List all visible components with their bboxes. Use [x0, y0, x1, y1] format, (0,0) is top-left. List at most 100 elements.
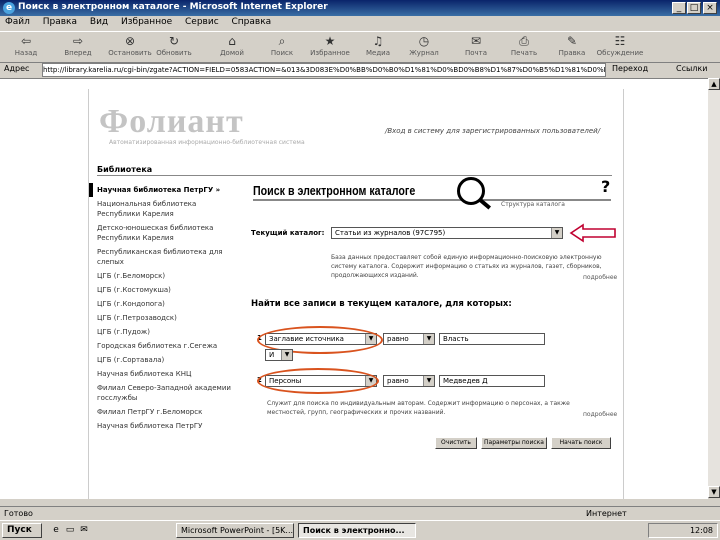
help-icon[interactable]: ?: [601, 177, 610, 196]
page-title: Поиск в электронном каталоге: [253, 183, 416, 198]
library-item[interactable]: ЦГБ (г.Пудож): [89, 325, 239, 339]
library-item[interactable]: ЦГБ (г.Костомукша): [89, 283, 239, 297]
chevron-down-icon: ▼: [551, 228, 562, 238]
library-list: Научная библиотека ПетрГУ » Национальная…: [89, 183, 239, 433]
more-link[interactable]: подробнее: [583, 274, 617, 281]
stop-label: Остановить: [108, 49, 152, 57]
maximize-button[interactable]: □: [687, 2, 701, 14]
media-label: Медиа: [365, 49, 391, 57]
favorites-icon: ★: [324, 34, 336, 48]
highlight-oval-2: [257, 368, 379, 394]
mail-button[interactable]: ✉ Почта: [452, 34, 500, 57]
history-button[interactable]: ◷ Журнал: [400, 34, 448, 57]
relation-select-2[interactable]: равно ▼: [383, 375, 435, 387]
relation-select-2-value: равно: [387, 377, 409, 385]
status-text: Готово: [4, 509, 33, 518]
window-title: Поиск в электронном каталоге - Microsoft…: [18, 2, 328, 12]
chevron-down-icon: ▼: [423, 376, 434, 386]
media-button[interactable]: ♫ Медиа: [354, 34, 402, 57]
chevron-down-icon: ▼: [423, 334, 434, 344]
go-button[interactable]: Переход: [612, 64, 648, 73]
relation-select-1-value: равно: [387, 335, 409, 343]
library-item[interactable]: Детско-юношеская библиотека Республики К…: [89, 221, 239, 245]
task-powerpoint[interactable]: Microsoft PowerPoint - [5K...: [176, 523, 294, 538]
relation-select-1[interactable]: равно ▼: [383, 333, 435, 345]
refresh-button[interactable]: ↻ Обновить: [150, 34, 198, 57]
login-link[interactable]: /Вход в систему для зарегистрированных п…: [385, 127, 600, 135]
toolbar: ⇦ Назад ⇨ Вперед ⊗ Остановить ↻ Обновить ⌂ До…: [0, 31, 720, 63]
quicklaunch-outlook-icon[interactable]: ✉: [78, 525, 90, 536]
home-button[interactable]: ⌂ Домой: [208, 34, 256, 57]
edit-label: Правка: [558, 49, 586, 57]
menu-view[interactable]: Вид: [85, 16, 113, 28]
quicklaunch-ie-icon[interactable]: e: [50, 525, 62, 536]
boolean-select-value: И: [269, 351, 275, 359]
home-label: Домой: [220, 49, 244, 57]
search-button[interactable]: ⌕ Поиск: [258, 34, 306, 57]
minimize-button[interactable]: _: [672, 2, 686, 14]
search-params-button[interactable]: Параметры поиска: [481, 437, 547, 449]
library-item[interactable]: Городская библиотека г.Сегежа: [89, 339, 239, 353]
mail-icon: ✉: [470, 34, 482, 48]
scroll-up-icon[interactable]: ▲: [708, 78, 720, 90]
system-tray: 12:08: [648, 523, 718, 538]
print-button[interactable]: ⎙ Печать: [500, 34, 548, 57]
field-description: Служит для поиска по индивидуальным авто…: [267, 400, 570, 416]
back-button[interactable]: ⇦ Назад: [2, 34, 50, 57]
library-item[interactable]: Научная библиотека КНЦ: [89, 367, 239, 381]
library-item-petrgu[interactable]: Научная библиотека ПетрГУ »: [89, 183, 239, 197]
current-catalog-label: Текущий каталог:: [251, 229, 325, 237]
library-item[interactable]: Филиал ПетрГУ г.Беломорск: [89, 405, 239, 419]
forward-arrow-icon: ⇨: [72, 34, 84, 48]
links-button[interactable]: Ссылки: [676, 64, 707, 73]
library-item[interactable]: Филиал Северо-Западной академии госслужб…: [89, 381, 239, 405]
library-item[interactable]: ЦГБ (г.Беломорск): [89, 269, 239, 283]
value-input-1[interactable]: Власть: [439, 333, 545, 345]
catalog-page: Фолиант Автоматизированная информационно…: [88, 89, 624, 499]
title-bar: e Поиск в электронном каталоге - Microso…: [0, 0, 720, 16]
red-arrow-annotation: [569, 223, 616, 243]
page-content: Фолиант Автоматизированная информационно…: [0, 78, 708, 499]
menu-help[interactable]: Справка: [227, 16, 277, 28]
library-item[interactable]: Республиканская библиотека для слепых: [89, 245, 239, 269]
more-link-2[interactable]: подробнее: [583, 411, 617, 418]
library-item[interactable]: ЦГБ (г.Сортавала): [89, 353, 239, 367]
task-ie-search[interactable]: Поиск в электронно...: [298, 523, 416, 538]
menu-edit[interactable]: Правка: [38, 16, 82, 28]
library-item[interactable]: ЦГБ (г.Кондопога): [89, 297, 239, 311]
catalog-select[interactable]: Статьи из журналов (97С795) ▼: [331, 227, 563, 239]
menu-tools[interactable]: Сервис: [180, 16, 224, 28]
edit-icon: ✎: [566, 34, 578, 48]
discuss-label: Обсуждение: [596, 49, 644, 57]
catalog-structure-link[interactable]: Структура каталога: [501, 201, 565, 208]
discuss-icon: ☷: [614, 34, 626, 48]
stop-button[interactable]: ⊗ Остановить: [106, 34, 154, 57]
start-button[interactable]: Пуск: [2, 523, 42, 538]
forward-label: Вперед: [64, 49, 92, 57]
start-search-button[interactable]: Начать поиск: [551, 437, 611, 449]
ie-icon: e: [3, 2, 15, 14]
clear-button[interactable]: Очистить: [435, 437, 477, 449]
library-item[interactable]: Национальная библиотека Республики Карел…: [89, 197, 239, 221]
menu-favorites[interactable]: Избранное: [116, 16, 177, 28]
menu-file[interactable]: Файл: [0, 16, 35, 28]
print-label: Печать: [510, 49, 538, 57]
close-button[interactable]: ×: [703, 2, 717, 14]
value-input-2[interactable]: Медведев Д: [439, 375, 545, 387]
library-item[interactable]: ЦГБ (г.Петрозаводск): [89, 311, 239, 325]
boolean-select[interactable]: И ▼: [265, 349, 293, 361]
quicklaunch-desktop-icon[interactable]: ▭: [64, 525, 76, 536]
scroll-down-icon[interactable]: ▼: [708, 486, 720, 498]
edit-button[interactable]: ✎ Правка: [548, 34, 596, 57]
search-icon: ⌕: [278, 34, 286, 48]
address-label: Адрес: [4, 64, 30, 73]
favorites-button[interactable]: ★ Избранное: [306, 34, 354, 57]
discuss-button[interactable]: ☷ Обсуждение: [596, 34, 644, 57]
libraries-heading: Библиотека: [97, 165, 153, 174]
address-input[interactable]: http://library.karelia.ru/cgi-bin/zgate?…: [42, 63, 606, 77]
print-icon: ⎙: [519, 34, 529, 48]
forward-button[interactable]: ⇨ Вперед: [54, 34, 102, 57]
library-item[interactable]: Научная библиотека ПетрГУ: [89, 419, 239, 433]
vertical-scrollbar[interactable]: ▲ ▼: [708, 78, 720, 498]
back-label: Назад: [14, 49, 38, 57]
